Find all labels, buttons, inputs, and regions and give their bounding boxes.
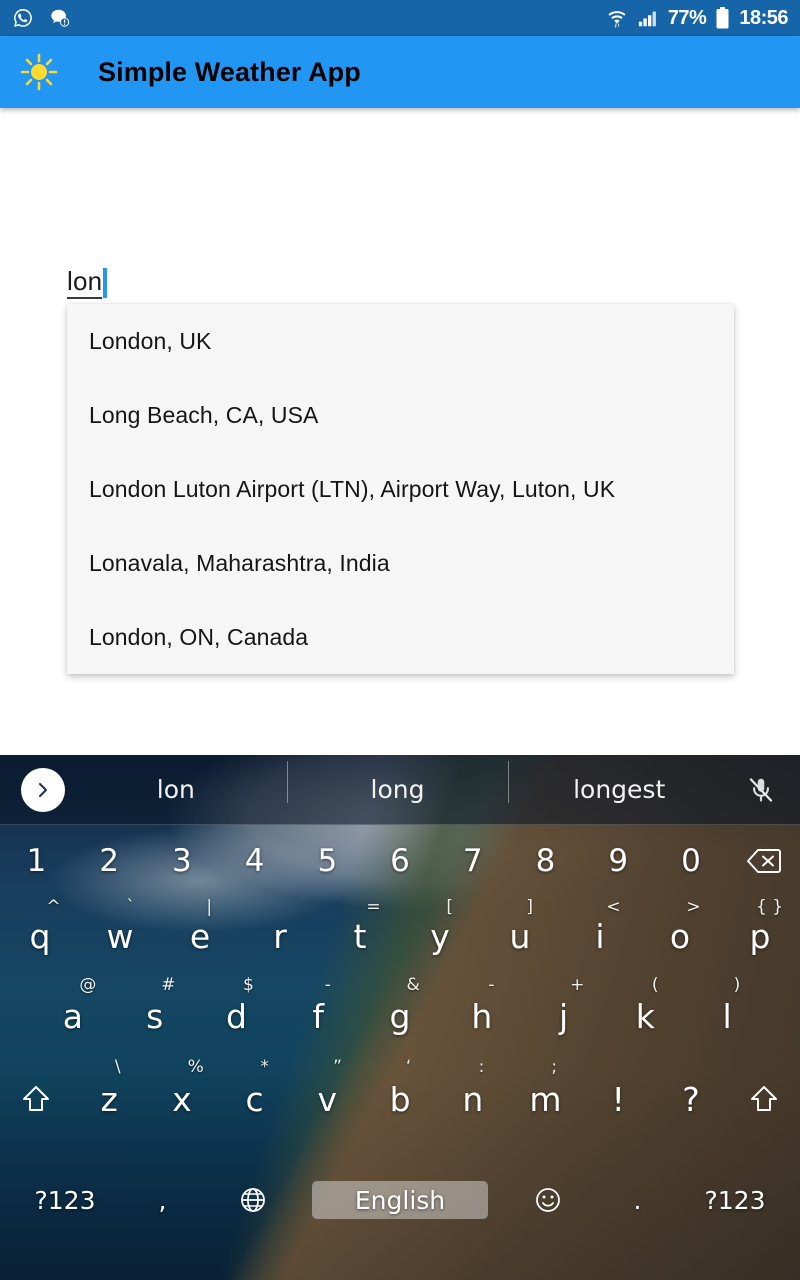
battery-percentage: 77% <box>667 6 707 29</box>
key-s[interactable]: # s <box>114 975 196 1057</box>
status-bar-clock: 18:56 <box>739 6 788 29</box>
search-row: lon <box>67 266 108 299</box>
key-i[interactable]: < i <box>560 897 640 975</box>
key-a[interactable]: @ a <box>32 975 114 1057</box>
backspace-key[interactable] <box>727 825 800 897</box>
key-b[interactable]: ‘b <box>364 1057 437 1141</box>
key-g[interactable]: & g <box>359 975 441 1057</box>
language-switch-key[interactable] <box>205 1155 300 1245</box>
suggestion-label: London, UK <box>89 327 212 354</box>
key-u[interactable]: ] u <box>480 897 560 975</box>
status-bar-right-icons: 77% 18:56 <box>606 6 788 30</box>
key-w[interactable]: ` w <box>80 897 160 975</box>
battery-icon <box>715 6 730 30</box>
key-q[interactable]: ^ q <box>0 897 80 975</box>
key-1[interactable]: 1 <box>0 825 73 897</box>
suggestion-label: London Luton Airport (LTN), Airport Way,… <box>89 475 616 502</box>
suggestion-label: London, ON, Canada <box>89 623 309 650</box>
suggestion-item-2[interactable]: London Luton Airport (LTN), Airport Way,… <box>67 452 734 526</box>
shift-key-right[interactable] <box>727 1057 800 1141</box>
key-exclamation[interactable]: ! <box>582 1057 655 1141</box>
status-bar-left-icons <box>12 7 71 29</box>
shift-icon <box>750 1084 778 1114</box>
emoji-key[interactable] <box>500 1155 595 1245</box>
key-k[interactable]: (k <box>604 975 686 1057</box>
space-key-label: English <box>354 1185 446 1215</box>
suggestion-dropdown[interactable]: London, UK Long Beach, CA, USA London Lu… <box>67 304 734 674</box>
shift-key-left[interactable] <box>0 1057 73 1141</box>
key-m[interactable]: ; m <box>509 1057 582 1141</box>
key-8[interactable]: 8 <box>509 825 582 897</box>
symbols-key-left[interactable]: ?123 <box>10 1155 120 1245</box>
key-l[interactable]: ) l <box>686 975 768 1057</box>
shift-icon <box>22 1084 50 1114</box>
keyboard-row-home: @ a # s $ d -f & g -h + j (k ) l <box>0 975 800 1057</box>
key-c[interactable]: * c <box>218 1057 291 1141</box>
main-content: lon London, UK Long Beach, CA, USA Londo… <box>0 108 800 755</box>
suggestion-item-4[interactable]: London, ON, Canada <box>67 600 734 674</box>
key-x[interactable]: % x <box>145 1057 218 1141</box>
suggestion-item-0[interactable]: London, UK <box>67 304 734 378</box>
suggestion-label: Long Beach, CA, USA <box>89 401 319 428</box>
whatsapp-icon <box>12 7 34 29</box>
key-5[interactable]: 5 <box>291 825 364 897</box>
sun-icon <box>18 51 60 93</box>
key-question[interactable]: ? <box>655 1057 728 1141</box>
key-o[interactable]: > o <box>640 897 720 975</box>
message-alert-icon <box>48 7 71 29</box>
key-0[interactable]: 0 <box>655 825 728 897</box>
symbols-key-right[interactable]: ?123 <box>680 1155 790 1245</box>
key-3[interactable]: 3 <box>145 825 218 897</box>
key-d[interactable]: $ d <box>196 975 278 1057</box>
key-t[interactable]: = t <box>320 897 400 975</box>
search-input[interactable]: lon <box>67 266 108 299</box>
key-p[interactable]: { } p <box>720 897 800 975</box>
text-cursor <box>103 268 108 298</box>
status-bar: 77% 18:56 <box>0 0 800 36</box>
key-h[interactable]: -h <box>441 975 523 1057</box>
suggestion-item-3[interactable]: Lonavala, Maharashtra, India <box>67 526 734 600</box>
key-z[interactable]: \ z <box>73 1057 146 1141</box>
suggestion-item-1[interactable]: Long Beach, CA, USA <box>67 378 734 452</box>
period-key[interactable]: . <box>595 1155 680 1245</box>
key-e[interactable]: | e <box>160 897 240 975</box>
keyboard-row-bottom-letters: \ z % x * c ” v ‘b :n ; m ! ? <box>0 1057 800 1141</box>
suggestion-label: Lonavala, Maharashtra, India <box>89 549 390 576</box>
app-bar: Simple Weather App <box>0 36 800 108</box>
globe-icon <box>239 1186 267 1214</box>
keyboard-row-top: ^ q ` w | e r = t [y ] u < i > o { } p <box>0 897 800 975</box>
key-f[interactable]: -f <box>277 975 359 1057</box>
keyboard-prediction-bar: lon long longest <box>0 755 800 825</box>
prediction-0[interactable]: lon <box>65 775 287 804</box>
on-screen-keyboard[interactable]: lon long longest 1 2 3 4 5 6 7 8 9 0 ^ q… <box>0 755 800 1280</box>
space-key[interactable]: English <box>312 1181 488 1219</box>
emoji-icon <box>534 1186 562 1214</box>
key-n[interactable]: :n <box>436 1057 509 1141</box>
page-title: Simple Weather App <box>98 56 361 87</box>
expand-predictions-button[interactable] <box>21 767 65 812</box>
keyboard-row-numbers: 1 2 3 4 5 6 7 8 9 0 <box>0 825 800 897</box>
key-r[interactable]: r <box>240 897 320 975</box>
chevron-right-icon <box>34 781 52 799</box>
key-4[interactable]: 4 <box>218 825 291 897</box>
key-7[interactable]: 7 <box>436 825 509 897</box>
wifi-icon <box>606 6 628 30</box>
key-2[interactable]: 2 <box>73 825 146 897</box>
microphone-muted-icon[interactable] <box>730 775 792 805</box>
prediction-1[interactable]: long <box>286 761 509 804</box>
keyboard-row-function: ?123 , English . ?123 <box>0 1155 800 1245</box>
backspace-icon <box>746 848 781 874</box>
key-j[interactable]: + j <box>523 975 605 1057</box>
key-y[interactable]: [y <box>400 897 480 975</box>
search-input-value: lon <box>67 266 103 296</box>
comma-key[interactable]: , <box>120 1155 205 1245</box>
key-v[interactable]: ” v <box>291 1057 364 1141</box>
key-6[interactable]: 6 <box>364 825 437 897</box>
prediction-2[interactable]: longest <box>508 761 730 804</box>
cellular-signal-icon <box>637 7 659 29</box>
key-9[interactable]: 9 <box>582 825 655 897</box>
